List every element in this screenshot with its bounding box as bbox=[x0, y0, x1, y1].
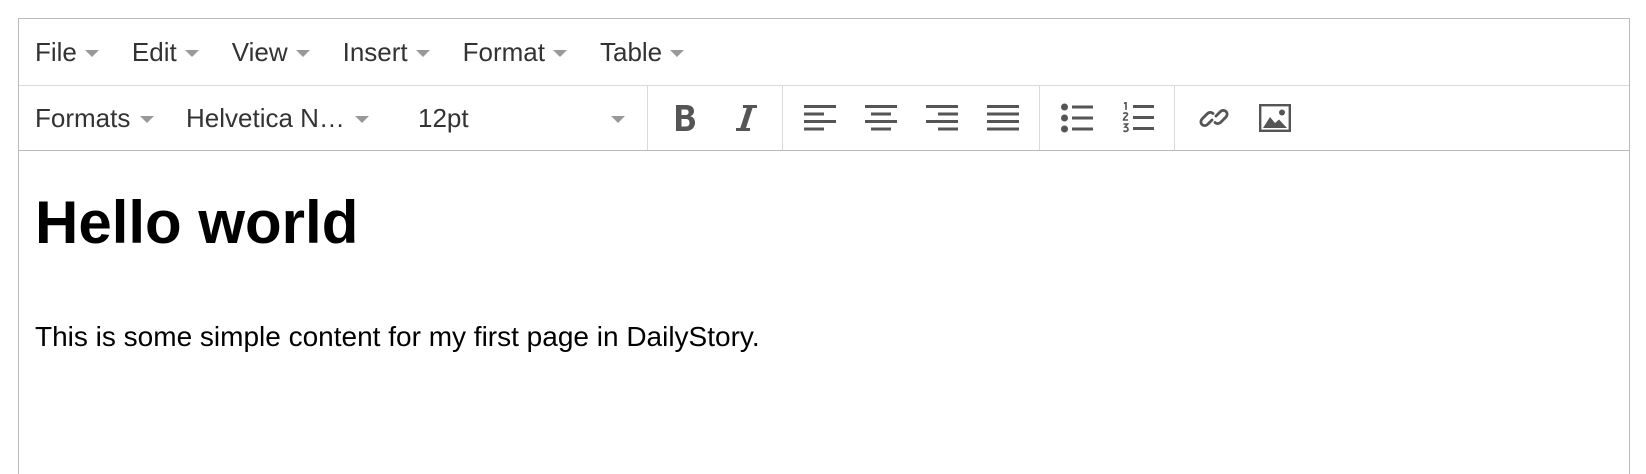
menu-insert[interactable]: Insert bbox=[343, 37, 430, 68]
link-icon bbox=[1199, 109, 1228, 127]
menu-format-label: Format bbox=[462, 36, 545, 67]
chevron-down-icon bbox=[295, 50, 310, 57]
align-center-button[interactable] bbox=[850, 86, 911, 150]
menu-view-label: View bbox=[231, 36, 288, 67]
select-group: Formats Helvetica N… 12pt bbox=[19, 86, 648, 150]
menu-edit-label: Edit bbox=[131, 36, 177, 67]
menu-view[interactable]: View bbox=[232, 37, 310, 68]
font-size-value: 12pt bbox=[418, 102, 469, 133]
rich-text-editor: File Edit View Insert Format Table Forma… bbox=[18, 18, 1630, 474]
list-group bbox=[1040, 86, 1175, 150]
chevron-down-icon bbox=[611, 116, 625, 123]
toolbar: Formats Helvetica N… 12pt bbox=[19, 86, 1629, 151]
menu-file[interactable]: File bbox=[35, 37, 99, 68]
content-paragraph: This is some simple content for my first… bbox=[35, 321, 760, 352]
bold-button[interactable] bbox=[654, 86, 715, 150]
align-justify-icon bbox=[986, 105, 1019, 131]
chevron-down-icon bbox=[140, 116, 155, 123]
formats-label: Formats bbox=[35, 102, 131, 133]
alignment-group bbox=[783, 86, 1040, 150]
font-family-dropdown[interactable]: Helvetica N… bbox=[174, 86, 404, 150]
align-left-button[interactable] bbox=[789, 86, 850, 150]
align-justify-button[interactable] bbox=[972, 86, 1033, 150]
align-right-button[interactable] bbox=[911, 86, 972, 150]
chevron-down-icon bbox=[415, 50, 430, 57]
align-center-icon bbox=[864, 105, 897, 131]
menu-format[interactable]: Format bbox=[463, 37, 567, 68]
bullet-list-button[interactable] bbox=[1046, 86, 1107, 150]
chevron-down-icon bbox=[354, 116, 369, 123]
menu-table-label: Table bbox=[599, 36, 663, 67]
editor-content-area[interactable]: Hello world This is some simple content … bbox=[19, 151, 1629, 355]
menu-table[interactable]: Table bbox=[599, 36, 685, 68]
formats-dropdown[interactable]: Formats bbox=[19, 86, 174, 150]
chevron-down-icon bbox=[670, 50, 685, 57]
chevron-down-icon bbox=[552, 50, 567, 57]
menu-file-label: File bbox=[35, 36, 77, 67]
align-left-icon bbox=[803, 105, 836, 131]
text-format-group bbox=[648, 86, 783, 150]
chevron-down-icon bbox=[184, 50, 199, 57]
menu-edit[interactable]: Edit bbox=[132, 37, 199, 68]
content-heading: Hello world bbox=[35, 189, 359, 256]
align-right-icon bbox=[925, 105, 958, 131]
menubar: File Edit View Insert Format Table bbox=[19, 19, 1629, 86]
bold-icon bbox=[675, 105, 695, 131]
bullet-list-icon bbox=[1060, 103, 1093, 133]
insert-image-button[interactable] bbox=[1244, 86, 1305, 150]
numbered-list-icon bbox=[1122, 102, 1154, 133]
font-family-value: Helvetica N… bbox=[186, 102, 345, 133]
numbered-list-button[interactable] bbox=[1107, 86, 1168, 150]
menu-insert-label: Insert bbox=[342, 36, 408, 67]
italic-button[interactable] bbox=[715, 86, 776, 150]
chevron-down-icon bbox=[84, 50, 99, 57]
insert-group bbox=[1175, 86, 1313, 150]
insert-link-button[interactable] bbox=[1183, 86, 1244, 150]
italic-icon bbox=[735, 105, 757, 131]
font-size-dropdown[interactable]: 12pt bbox=[404, 86, 647, 150]
image-icon bbox=[1258, 104, 1291, 132]
